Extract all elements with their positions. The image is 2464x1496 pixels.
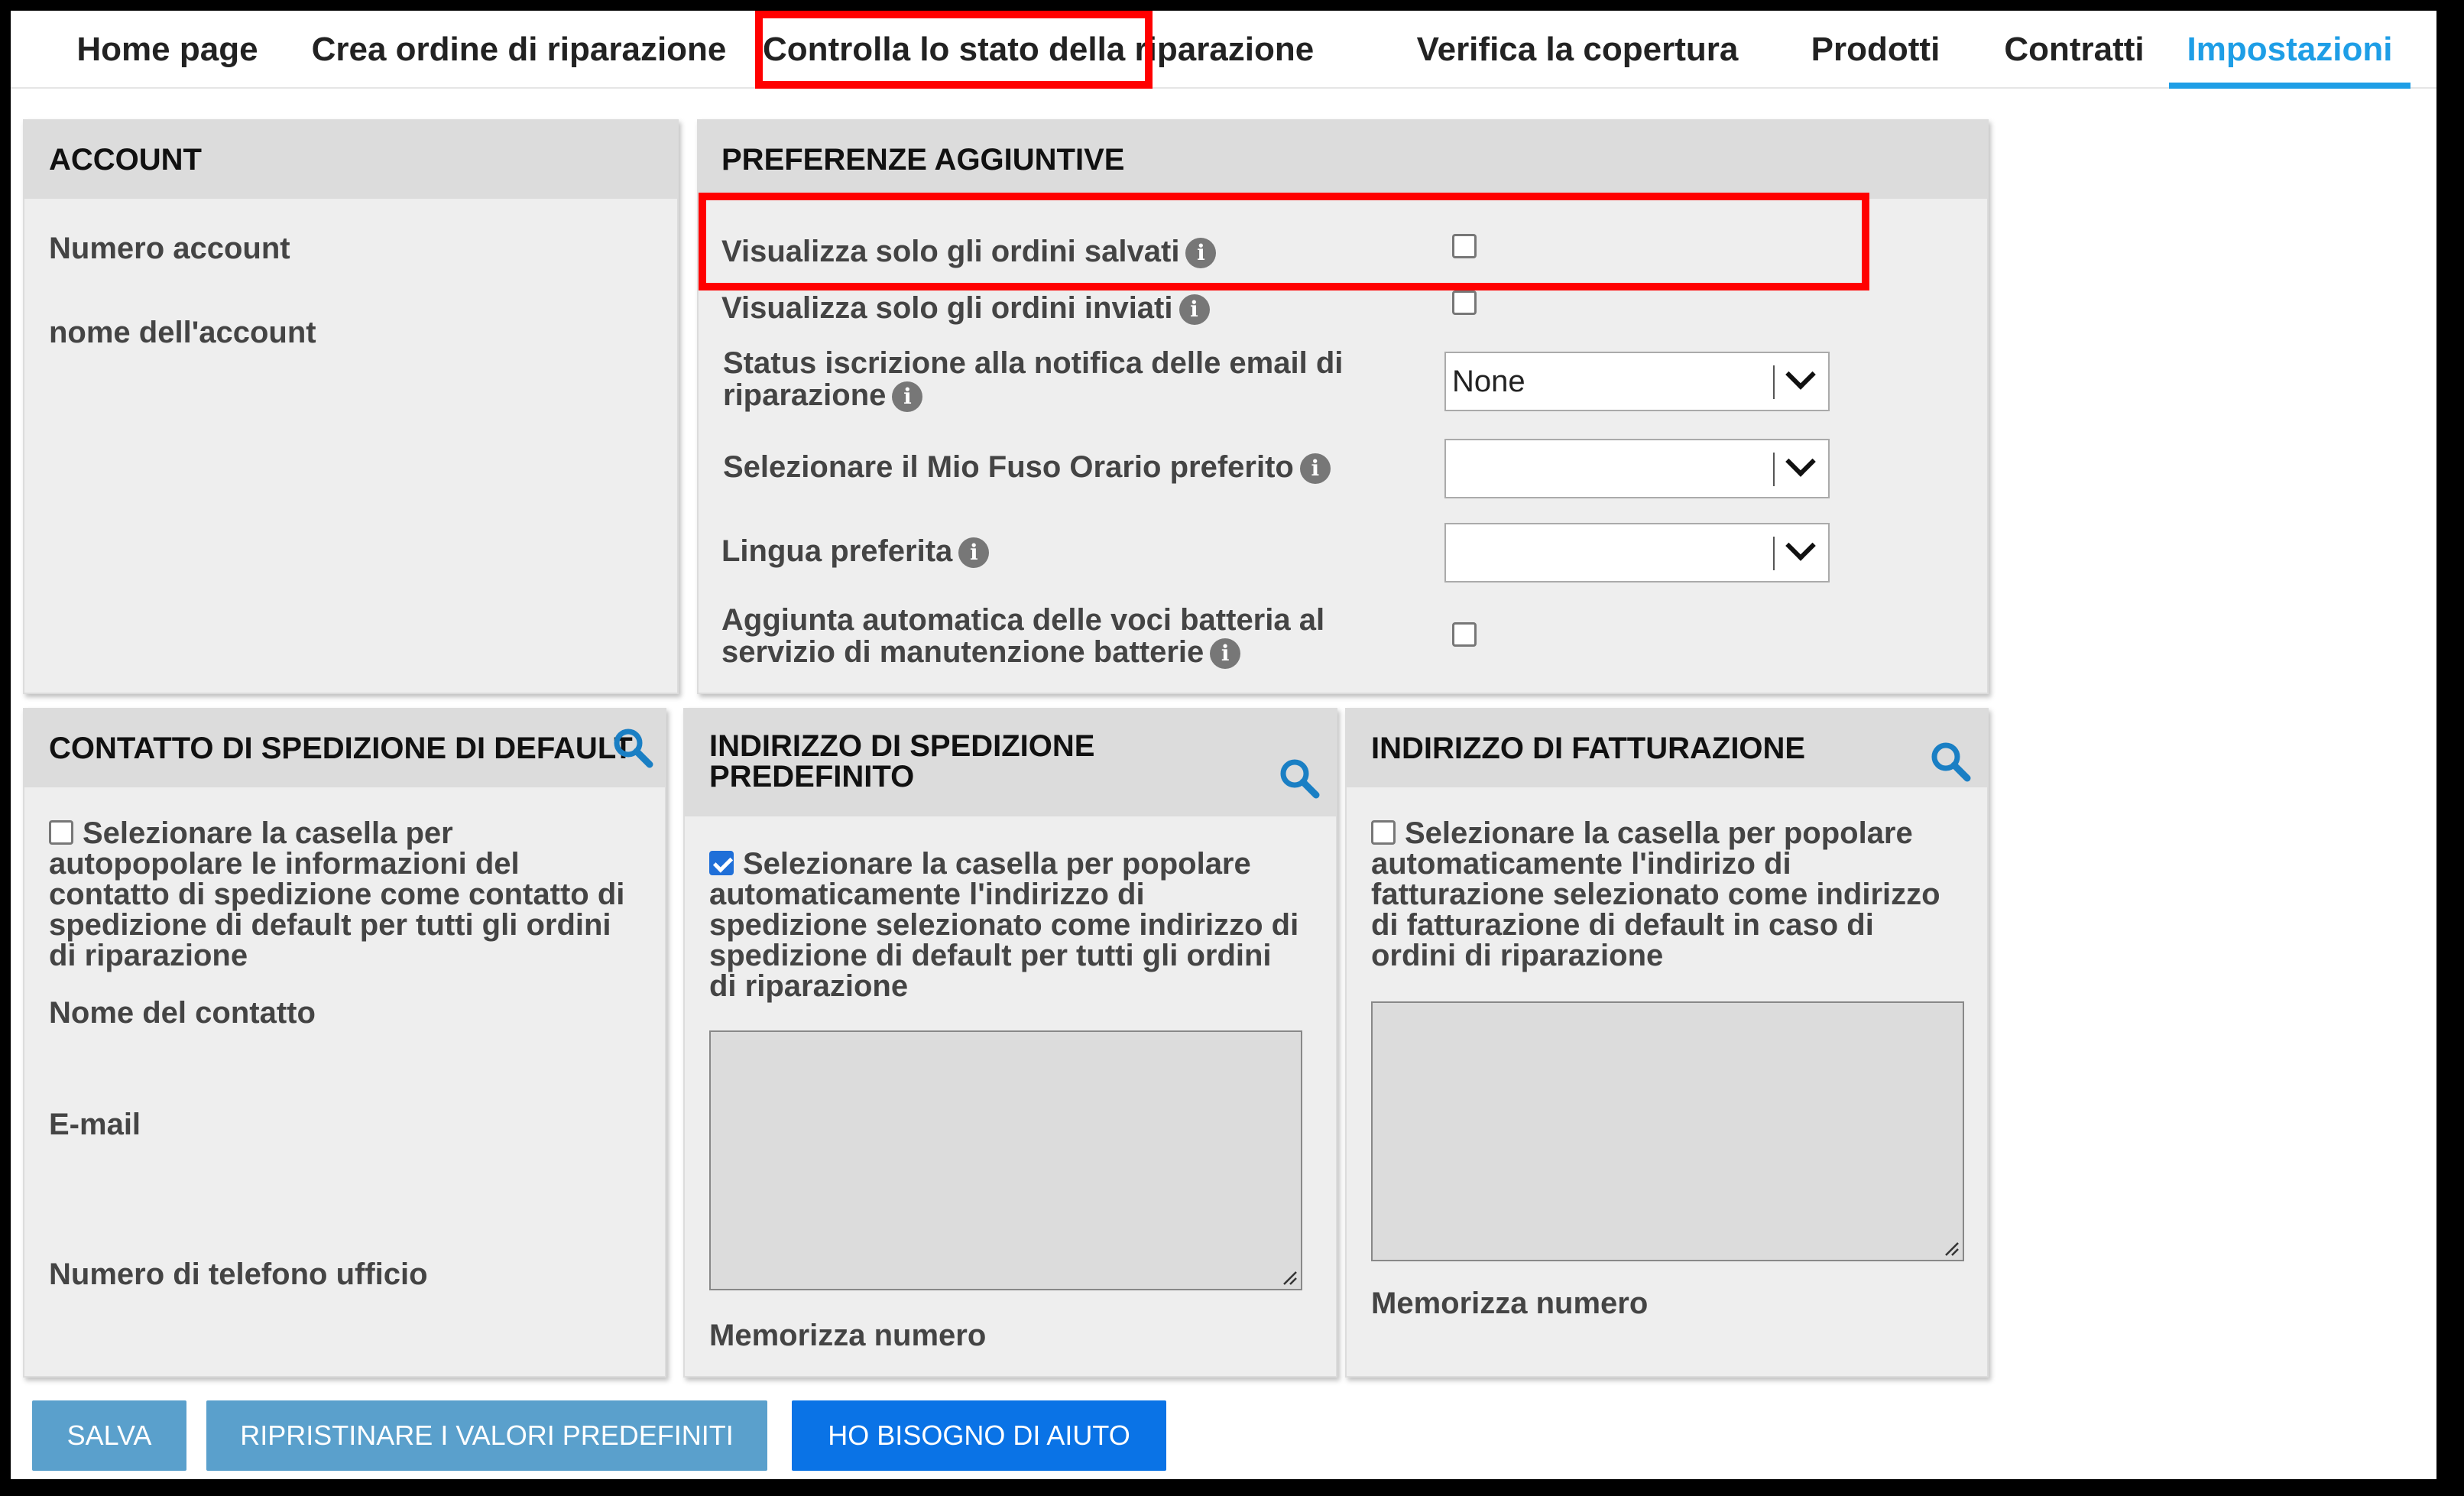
select-divider <box>1773 365 1775 399</box>
timezone-label: Selezionare il Mio Fuso Orario preferito… <box>723 451 1331 485</box>
tab-check-coverage[interactable]: Verifica la copertura <box>1402 11 1753 89</box>
tab-home[interactable]: Home page <box>57 11 278 89</box>
billing-address-textarea[interactable] <box>1371 1001 1964 1261</box>
info-icon[interactable]: i <box>1299 453 1331 485</box>
account-name-label: nome dell'account <box>49 316 316 349</box>
email-status-select[interactable]: None <box>1444 352 1830 411</box>
tab-settings[interactable]: Impostazioni <box>2169 11 2411 89</box>
select-divider <box>1773 453 1775 486</box>
shipping-contact-checkbox[interactable] <box>49 820 73 845</box>
billing-store-number-label: Memorizza numero <box>1371 1287 1649 1320</box>
save-button[interactable]: SALVA <box>32 1400 186 1471</box>
need-help-button[interactable]: HO BISOGNO DI AIUTO <box>792 1400 1166 1471</box>
resize-grip-icon[interactable] <box>1941 1238 1960 1257</box>
chevron-down-icon <box>1785 359 1816 390</box>
shipping-contact-checkbox-text: Selezionare la casella per autopopolare … <box>49 816 625 972</box>
preferences-panel-title: PREFERENZE AGGIUNTIVE <box>699 121 1987 199</box>
settings-page: Home page Crea ordine di riparazione Con… <box>11 11 2436 1479</box>
search-icon[interactable] <box>1278 757 1321 800</box>
language-label: Lingua preferita i <box>721 535 990 569</box>
email-status-value: None <box>1452 365 1525 398</box>
contact-name-label: Nome del contatto <box>49 996 316 1030</box>
email-status-label: Status iscrizione alla notifica delle em… <box>723 346 1344 413</box>
tab-repair-status[interactable]: Controlla lo stato della riparazione <box>763 11 1314 89</box>
select-divider <box>1773 537 1775 570</box>
chevron-down-icon <box>1785 531 1816 561</box>
email-label: E-mail <box>49 1108 141 1141</box>
tab-create-repair-order[interactable]: Crea ordine di riparazione <box>301 11 737 89</box>
shipping-contact-panel: CONTATTO DI SPEDIZIONE DI DEFAULT Selezi… <box>23 708 666 1378</box>
shipping-address-textarea[interactable] <box>709 1030 1302 1290</box>
search-icon[interactable] <box>611 726 654 769</box>
search-icon[interactable] <box>1929 740 1972 783</box>
battery-label: Aggiunta automatica delle voci batteria … <box>721 603 1325 670</box>
billing-address-title: INDIRIZZO DI FATTURAZIONE <box>1347 709 1987 787</box>
shipping-address-title: INDIRIZZO DI SPEDIZIONE PREDEFINITO <box>685 709 1336 816</box>
account-panel: ACCOUNT Numero account nome dell'account <box>23 119 679 694</box>
shipping-store-number-label: Memorizza numero <box>709 1319 987 1352</box>
account-panel-title: ACCOUNT <box>24 121 677 199</box>
shipping-address-checkbox[interactable] <box>709 851 734 875</box>
office-phone-label: Numero di telefono ufficio <box>49 1257 428 1291</box>
billing-address-panel: INDIRIZZO DI FATTURAZIONE Selezionare la… <box>1345 708 1989 1378</box>
info-icon[interactable]: i <box>1210 638 1241 670</box>
timezone-select[interactable] <box>1444 439 1830 498</box>
language-select[interactable] <box>1444 523 1830 582</box>
shipping-contact-title: CONTATTO DI SPEDIZIONE DI DEFAULT <box>24 709 665 787</box>
info-icon[interactable]: i <box>1185 238 1217 269</box>
preferences-panel: PREFERENZE AGGIUNTIVE Visualizza solo gl… <box>697 119 1989 694</box>
tab-bar: Home page Crea ordine di riparazione Con… <box>11 11 2436 89</box>
shipping-address-panel: INDIRIZZO DI SPEDIZIONE PREDEFINITO Sele… <box>683 708 1337 1378</box>
info-icon[interactable]: i <box>958 537 990 569</box>
chevron-down-icon <box>1785 446 1816 477</box>
billing-address-checkbox[interactable] <box>1371 820 1396 845</box>
tab-products[interactable]: Prodotti <box>1791 11 1960 89</box>
shipping-address-checkbox-text: Selezionare la casella per popolare auto… <box>709 847 1299 1003</box>
tab-contracts[interactable]: Contratti <box>1990 11 2158 89</box>
saved-only-checkbox[interactable] <box>1452 234 1477 258</box>
sent-only-label: Visualizza solo gli ordini inviati i <box>721 292 1210 326</box>
battery-checkbox[interactable] <box>1452 622 1477 647</box>
account-number-label: Numero account <box>49 232 290 265</box>
info-icon[interactable]: i <box>892 381 923 413</box>
sent-only-checkbox[interactable] <box>1452 290 1477 315</box>
saved-only-label: Visualizza solo gli ordini salvati i <box>721 235 1217 269</box>
resize-grip-icon[interactable] <box>1279 1267 1298 1286</box>
info-icon[interactable]: i <box>1179 294 1210 326</box>
reset-defaults-button[interactable]: RIPRISTINARE I VALORI PREDEFINITI <box>206 1400 767 1471</box>
billing-address-checkbox-text: Selezionare la casella per popolare auto… <box>1371 816 1940 972</box>
